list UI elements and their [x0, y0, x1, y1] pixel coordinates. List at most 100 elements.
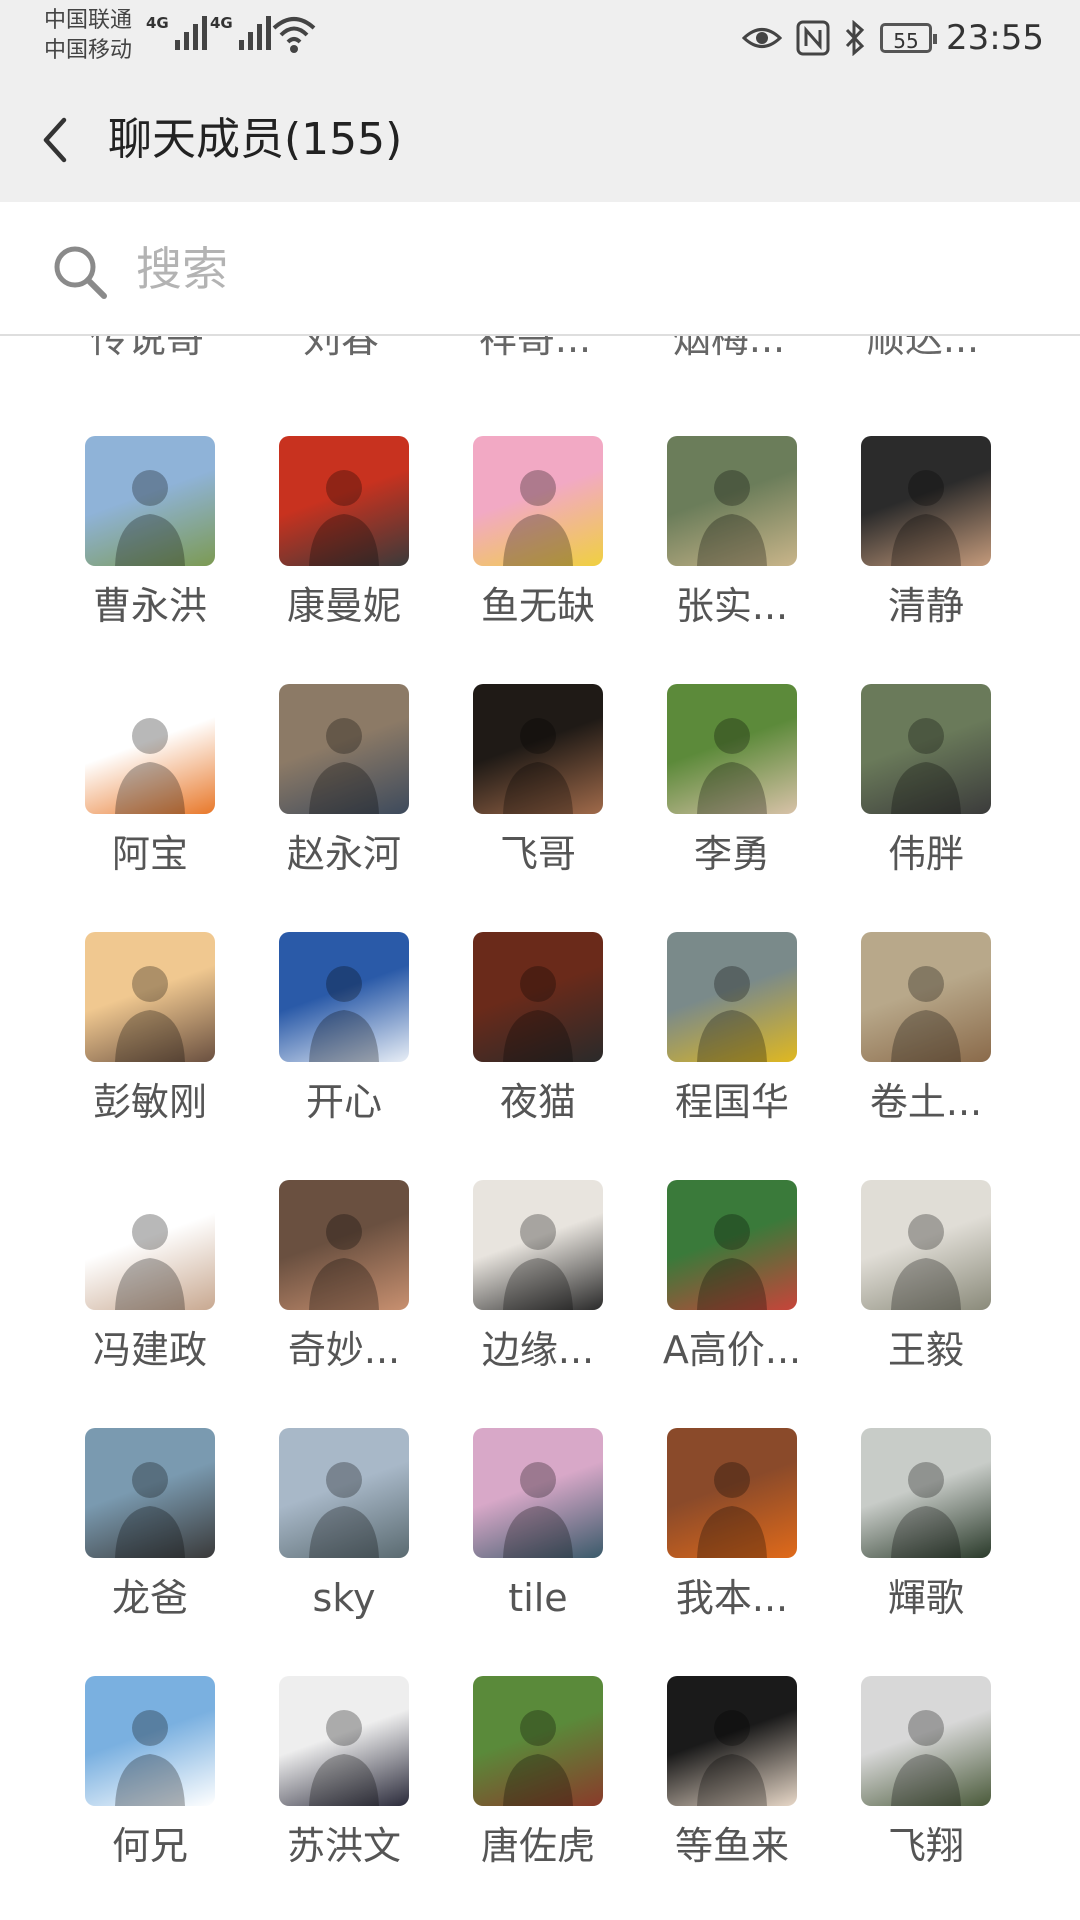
eye-comfort-icon: [742, 28, 783, 48]
member-item[interactable]: 曹永洪: [50, 436, 244, 684]
member-name: A高价...: [662, 1328, 802, 1372]
member-item[interactable]: 輝歌: [826, 1428, 1020, 1676]
status-right: 55 23:55: [742, 14, 1044, 62]
clock: 23:55: [946, 18, 1044, 58]
member-item[interactable]: 等鱼来: [632, 1676, 826, 1920]
partial-member-name[interactable]: 刘春: [246, 336, 436, 374]
member-item[interactable]: 苏洪文: [244, 1676, 438, 1920]
avatar[interactable]: [473, 436, 603, 566]
avatar[interactable]: [279, 1180, 409, 1310]
partial-member-name[interactable]: 烟梅...: [634, 336, 824, 374]
avatar[interactable]: [279, 932, 409, 1062]
member-item[interactable]: 冯建政: [50, 1180, 244, 1428]
member-name: 开心: [305, 1080, 382, 1124]
member-name: 赵永河: [286, 832, 401, 876]
back-icon[interactable]: [30, 110, 90, 170]
status-bar: 中国联通 中国移动 4G 4G 55 23:55: [0, 0, 1080, 78]
member-item[interactable]: 王毅: [826, 1180, 1020, 1428]
bluetooth-icon: [845, 20, 865, 56]
member-name: 何兄: [111, 1824, 188, 1868]
member-name: 曹永洪: [92, 584, 207, 628]
battery-icon: 55: [880, 23, 938, 53]
member-item[interactable]: 清静: [826, 436, 1020, 684]
member-item[interactable]: 伟胖: [826, 684, 1020, 932]
member-item[interactable]: 阿宝: [50, 684, 244, 932]
partial-row: 传说哥 刘春 祥哥... 烟梅... 顺达...: [0, 336, 1080, 374]
avatar[interactable]: [667, 1428, 797, 1558]
avatar[interactable]: [85, 1676, 215, 1806]
member-name: 輝歌: [887, 1576, 964, 1620]
member-item[interactable]: 彭敏刚: [50, 932, 244, 1180]
avatar[interactable]: [473, 932, 603, 1062]
signal-icon-1: 4G: [146, 14, 207, 50]
member-name: 边缘...: [481, 1328, 595, 1372]
member-name: 阿宝: [111, 832, 188, 876]
avatar[interactable]: [667, 684, 797, 814]
member-item[interactable]: 程国华: [632, 932, 826, 1180]
avatar[interactable]: [279, 436, 409, 566]
avatar[interactable]: [473, 1676, 603, 1806]
member-item[interactable]: 鱼无缺: [438, 436, 632, 684]
member-name: 夜猫: [499, 1080, 576, 1124]
title-bar: 聊天成员(155): [0, 78, 1080, 203]
avatar[interactable]: [667, 932, 797, 1062]
avatar[interactable]: [473, 684, 603, 814]
member-item[interactable]: 李勇: [632, 684, 826, 932]
member-item[interactable]: A高价...: [632, 1180, 826, 1428]
avatar[interactable]: [473, 1428, 603, 1558]
member-item[interactable]: tile: [438, 1428, 632, 1676]
avatar[interactable]: [667, 1180, 797, 1310]
avatar[interactable]: [85, 1180, 215, 1310]
avatar[interactable]: [85, 436, 215, 566]
member-item[interactable]: 唐佐虎: [438, 1676, 632, 1920]
member-item[interactable]: 奇妙...: [244, 1180, 438, 1428]
battery-level: 55: [893, 29, 919, 53]
carrier-2: 中国移动: [44, 38, 133, 63]
member-item[interactable]: 我本...: [632, 1428, 826, 1676]
network-type-1: 4G: [146, 14, 169, 32]
avatar[interactable]: [85, 684, 215, 814]
member-item[interactable]: 赵永河: [244, 684, 438, 932]
search-bar: [0, 202, 1080, 336]
member-name: 等鱼来: [674, 1824, 789, 1868]
carrier-labels: 中国联通 中国移动: [44, 6, 132, 66]
member-item[interactable]: 龙爸: [50, 1428, 244, 1676]
partial-member-name[interactable]: 顺达...: [828, 336, 1018, 374]
member-name: 清静: [887, 584, 964, 628]
wifi-icon: [272, 17, 316, 53]
avatar[interactable]: [279, 1676, 409, 1806]
search-input[interactable]: [134, 234, 1018, 304]
member-item[interactable]: 飞哥: [438, 684, 632, 932]
avatar[interactable]: [279, 684, 409, 814]
avatar[interactable]: [861, 1676, 991, 1806]
avatar[interactable]: [473, 1180, 603, 1310]
avatar[interactable]: [861, 436, 991, 566]
avatar[interactable]: [667, 436, 797, 566]
member-item[interactable]: 夜猫: [438, 932, 632, 1180]
carrier-1: 中国联通: [44, 8, 133, 33]
avatar[interactable]: [667, 1676, 797, 1806]
partial-member-name[interactable]: 祥哥...: [440, 336, 630, 374]
member-grid: 传说哥 刘春 祥哥... 烟梅... 顺达... 曹永洪 康曼妮 鱼无缺 张实... 清静阿宝 赵…: [0, 336, 1080, 1920]
member-item[interactable]: 开心: [244, 932, 438, 1180]
partial-member-name[interactable]: 传说哥: [52, 336, 242, 374]
member-item[interactable]: 卷土...: [826, 932, 1020, 1180]
avatar[interactable]: [279, 1428, 409, 1558]
member-name: 冯建政: [92, 1328, 207, 1372]
member-name: tile: [508, 1576, 568, 1620]
member-item[interactable]: 飞翔: [826, 1676, 1020, 1920]
member-item[interactable]: 边缘...: [438, 1180, 632, 1428]
avatar[interactable]: [85, 1428, 215, 1558]
member-name: 康曼妮: [286, 584, 401, 628]
member-item[interactable]: 何兄: [50, 1676, 244, 1920]
avatar[interactable]: [861, 932, 991, 1062]
member-item[interactable]: sky: [244, 1428, 438, 1676]
avatar[interactable]: [861, 1428, 991, 1558]
avatar[interactable]: [85, 932, 215, 1062]
member-name: 我本...: [675, 1576, 789, 1620]
avatar[interactable]: [861, 1180, 991, 1310]
member-item[interactable]: 张实...: [632, 436, 826, 684]
avatar[interactable]: [861, 684, 991, 814]
member-item[interactable]: 康曼妮: [244, 436, 438, 684]
member-name: 程国华: [674, 1080, 789, 1124]
